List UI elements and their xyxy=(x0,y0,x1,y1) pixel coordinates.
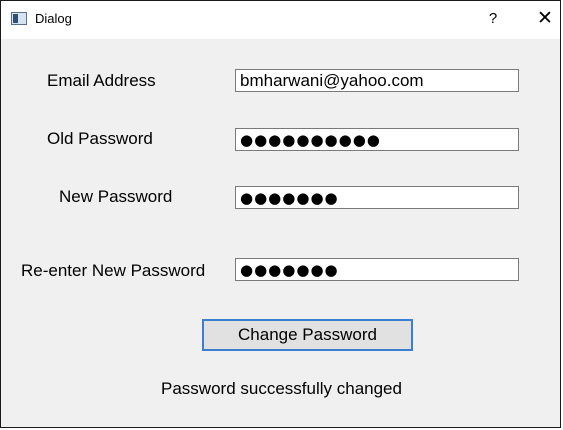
help-button[interactable]: ? xyxy=(481,7,505,31)
new-password-label: New Password xyxy=(59,187,173,206)
window-title: Dialog xyxy=(35,11,72,26)
old-password-field[interactable]: ●●●●●●●●●● xyxy=(235,128,519,151)
new-password-field[interactable]: ●●●●●●● xyxy=(235,186,519,209)
reenter-password-label: Re-enter New Password xyxy=(21,261,206,280)
email-label: Email Address xyxy=(47,71,156,90)
app-icon xyxy=(11,12,27,25)
title-bar: Dialog ? ✕ xyxy=(1,1,560,39)
reenter-password-field[interactable]: ●●●●●●● xyxy=(235,258,519,281)
old-password-label: Old Password xyxy=(47,129,153,148)
close-button[interactable]: ✕ xyxy=(533,7,557,31)
status-message: Password successfully changed xyxy=(161,379,402,398)
dialog-window: Dialog ? ✕ Email Address bmharwani@yahoo… xyxy=(0,0,561,428)
email-field[interactable]: bmharwani@yahoo.com xyxy=(235,69,519,92)
change-password-button[interactable]: Change Password xyxy=(202,319,413,351)
